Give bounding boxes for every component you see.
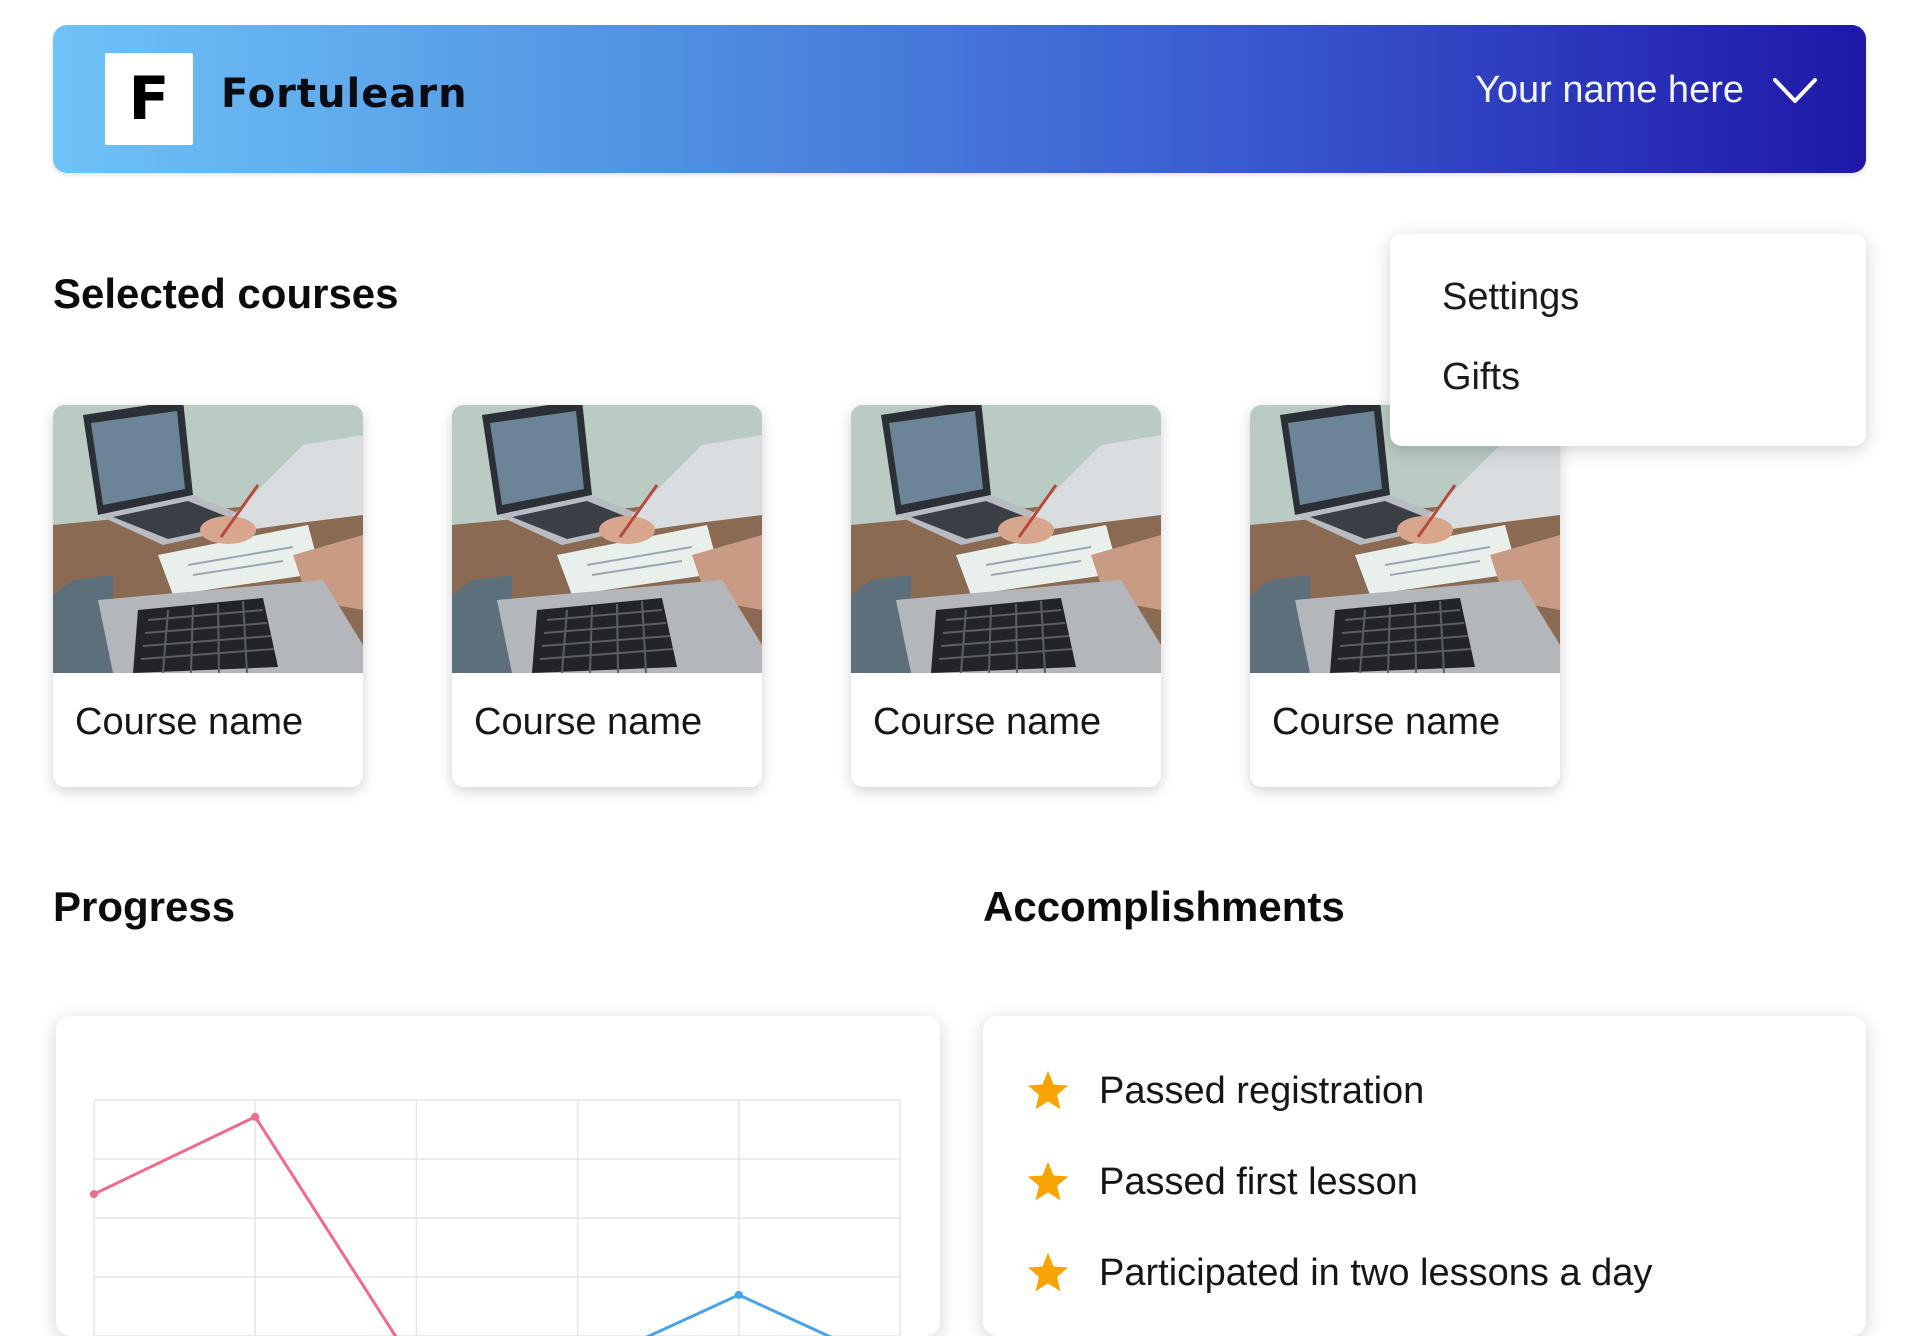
course-name: Course name	[873, 701, 1102, 743]
course-name: Course name	[474, 701, 703, 743]
menu-item-settings[interactable]: Settings	[1442, 276, 1579, 319]
data-point	[734, 1290, 743, 1299]
course-card[interactable]: Course name	[452, 405, 762, 787]
star-icon	[1027, 1070, 1069, 1110]
accomplishment-item: Passed registration	[1025, 1068, 1424, 1114]
user-dropdown-menu: Settings Gifts	[1390, 234, 1866, 446]
course-card[interactable]: Course name	[851, 405, 1161, 787]
course-card[interactable]: Course name	[1250, 405, 1560, 787]
brand-name: Fortulearn	[221, 71, 468, 117]
course-card[interactable]: Course name	[53, 405, 363, 787]
accomplishment-item: Passed first lesson	[1025, 1159, 1418, 1205]
course-thumbnail	[53, 405, 363, 673]
user-menu-button[interactable]: Your name here	[1475, 69, 1818, 112]
course-thumbnail	[851, 405, 1161, 673]
progress-chart-panel	[56, 1016, 940, 1336]
accomplishments-title: Accomplishments	[983, 883, 1345, 930]
progress-line-chart	[90, 1099, 901, 1336]
course-thumbnail	[452, 405, 762, 673]
star-icon	[1027, 1161, 1069, 1201]
data-point	[251, 1112, 260, 1121]
chevron-down-icon	[1773, 77, 1817, 103]
accomplishment-label: Passed registration	[1099, 1069, 1425, 1112]
user-name: Your name here	[1474, 69, 1744, 111]
course-name: Course name	[75, 701, 304, 743]
accomplishment-item: Participated in two lessons a day	[1025, 1250, 1652, 1296]
menu-item-gifts[interactable]: Gifts	[1442, 356, 1520, 399]
app-logo[interactable]: F	[105, 53, 193, 145]
top-navbar: F Fortulearn Your name here	[53, 25, 1866, 173]
accomplishment-label: Participated in two lessons a day	[1099, 1251, 1653, 1294]
course-name: Course name	[1272, 701, 1501, 743]
accomplishments-panel: Passed registration Passed first lesson …	[983, 1016, 1866, 1336]
logo-letter: F	[128, 64, 170, 134]
accomplishment-label: Passed first lesson	[1099, 1160, 1418, 1203]
data-point	[90, 1190, 98, 1199]
star-icon	[1027, 1252, 1069, 1292]
progress-title: Progress	[53, 883, 236, 930]
selected-courses-title: Selected courses	[53, 270, 399, 317]
